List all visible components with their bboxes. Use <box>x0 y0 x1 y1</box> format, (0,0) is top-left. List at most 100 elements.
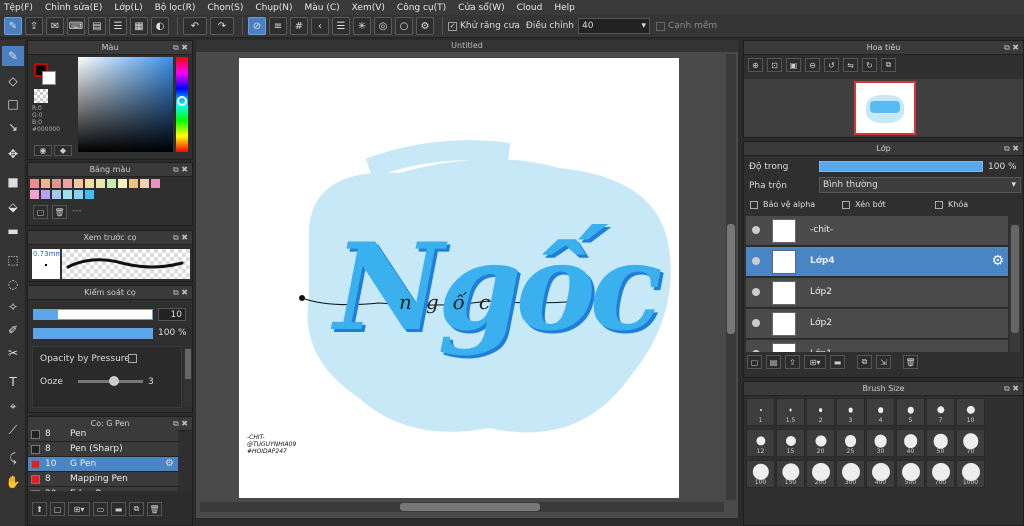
palette-swatch[interactable] <box>74 190 83 199</box>
rotate-right-icon[interactable]: ↻ <box>862 58 877 72</box>
folder-icon[interactable]: ▬ <box>830 355 845 369</box>
brush-size-cell[interactable]: 300 <box>836 460 865 488</box>
visibility-icon[interactable] <box>752 226 760 234</box>
palette-swatch[interactable] <box>52 179 61 188</box>
brush-size-cell[interactable]: 20 <box>806 429 835 457</box>
brush-size-cell[interactable]: 400 <box>866 460 895 488</box>
palette-swatch[interactable] <box>129 179 138 188</box>
color-saturation-square[interactable] <box>78 57 173 152</box>
list-icon[interactable]: ☰ <box>109 17 127 35</box>
panel-close-icon[interactable]: ⧉ ✖ <box>1004 382 1019 396</box>
panel-close-icon[interactable]: ⧉ ✖ <box>173 41 188 55</box>
brush-opacity-slider[interactable] <box>33 328 153 339</box>
visibility-icon[interactable] <box>752 288 760 296</box>
palette-swatch[interactable] <box>41 190 50 199</box>
gear-icon[interactable]: ⚙ <box>165 458 174 469</box>
menu-item[interactable]: Bộ lọc(R) <box>155 3 196 13</box>
export-icon[interactable]: ⇪ <box>25 17 43 35</box>
pressure-checkbox[interactable] <box>128 354 137 363</box>
menu-item[interactable]: Help <box>554 3 575 13</box>
layer-row[interactable]: Lớp2 <box>746 309 1008 339</box>
brush-size-cell[interactable]: 100 <box>746 460 775 488</box>
palette-swatch[interactable] <box>96 179 105 188</box>
menu-item[interactable]: Xem(V) <box>352 3 385 13</box>
menu-item[interactable]: Cloud <box>517 3 543 13</box>
palette-swatch[interactable] <box>63 179 72 188</box>
clip-checkbox[interactable] <box>842 201 850 209</box>
panel-close-icon[interactable]: ⧉ ✖ <box>173 163 188 177</box>
duplicate-layer-icon[interactable]: ⧉ <box>857 355 872 369</box>
trash-icon[interactable]: 🗑 <box>147 502 162 516</box>
new-window-icon[interactable]: ⧉ <box>881 58 896 72</box>
layer-add-icon[interactable]: ⊞▾ <box>804 355 826 369</box>
burst-snap-icon[interactable]: ✳ <box>353 17 371 35</box>
palette-swatch[interactable] <box>85 179 94 188</box>
brush-size-cell[interactable]: 700 <box>926 460 955 488</box>
brush-size-cell[interactable]: 4 <box>866 398 895 426</box>
eyedropper-tool-icon[interactable]: ⤹ <box>2 448 24 468</box>
canvas-hscrollbar[interactable] <box>200 502 724 512</box>
toggle-icon[interactable]: ◐ <box>151 17 169 35</box>
blend-select[interactable]: Bình thường ▾ <box>819 177 1021 193</box>
gear-icon[interactable]: ⚙ <box>991 253 1004 269</box>
layer-row[interactable]: Lớp2 <box>746 278 1008 308</box>
visibility-icon[interactable] <box>752 319 760 327</box>
vanish-snap-icon[interactable]: ‹ <box>311 17 329 35</box>
brush-size-cell[interactable]: 7 <box>926 398 955 426</box>
smooth-checkbox[interactable] <box>655 21 665 31</box>
brush-row[interactable]: 10 G Pen ⚙ <box>28 457 178 472</box>
brush-mode-icon[interactable]: ✎ <box>4 17 22 35</box>
brush-size-cell[interactable]: 3 <box>836 398 865 426</box>
panel-close-icon[interactable]: ⧉ ✖ <box>173 286 188 300</box>
line-tool-icon[interactable]: ↘ <box>2 117 24 137</box>
fill-rect-tool-icon[interactable]: ■ <box>2 172 24 192</box>
brush-row[interactable]: 8 Pen <box>28 427 178 442</box>
panel-close-icon[interactable]: ⧉ ✖ <box>1004 142 1019 156</box>
move-tool-icon[interactable]: ✥ <box>2 144 24 164</box>
palette-swatch[interactable] <box>74 179 83 188</box>
brush-size-cell[interactable]: 1000 <box>956 460 985 488</box>
brush-size-value[interactable]: 10 <box>158 308 186 321</box>
background-color[interactable] <box>42 71 56 85</box>
layer-opacity-slider[interactable] <box>819 161 983 172</box>
brush-size-cell[interactable]: 12 <box>746 429 775 457</box>
brush-size-cell[interactable]: 15 <box>776 429 805 457</box>
operation-tool-icon[interactable]: ⌖ <box>2 396 24 416</box>
brush-size-cell[interactable]: 30 <box>866 429 895 457</box>
protect-alpha-checkbox[interactable] <box>750 201 758 209</box>
brush-size-slider[interactable] <box>33 309 153 320</box>
brush-copy-icon[interactable]: ▭ <box>93 502 108 516</box>
brush-duplicate-icon[interactable]: ⧉ <box>129 502 144 516</box>
select-pen-tool-icon[interactable]: ✐ <box>2 320 24 340</box>
canvas-vscrollbar[interactable] <box>726 54 736 500</box>
lock-checkbox[interactable] <box>935 201 943 209</box>
brush-size-cell[interactable]: 200 <box>806 460 835 488</box>
curve-snap-icon[interactable]: ○ <box>395 17 413 35</box>
document-icon[interactable]: ▤ <box>88 17 106 35</box>
layer-row[interactable]: Lớp4 ⚙ <box>746 247 1008 277</box>
palette-swatch[interactable] <box>118 179 127 188</box>
panel-close-icon[interactable]: ⧉ ✖ <box>173 231 188 245</box>
ooze-handle[interactable] <box>109 376 119 386</box>
lasso-tool-icon[interactable]: ◌ <box>2 274 24 294</box>
rotate-left-icon[interactable]: ↺ <box>824 58 839 72</box>
layer-row[interactable]: Lớp1 <box>746 340 1008 352</box>
palette-swatch[interactable] <box>107 179 116 188</box>
brush-size-cell[interactable]: 500 <box>896 460 925 488</box>
menu-item[interactable]: Lớp(L) <box>114 3 142 13</box>
radial-snap-icon[interactable]: ☰ <box>332 17 350 35</box>
undo-icon[interactable]: ↶ <box>183 17 207 35</box>
comment-icon[interactable]: ✉ <box>46 17 64 35</box>
palette-swatch[interactable] <box>52 190 61 199</box>
antialias-checkbox[interactable]: ✓ <box>448 21 457 31</box>
divide-tool-icon[interactable]: ⟋ <box>2 420 24 440</box>
zoom-out-icon[interactable]: ⊖ <box>805 58 820 72</box>
bucket-tool-icon[interactable]: ⬙ <box>2 197 24 217</box>
menu-item[interactable]: Chụp(N) <box>255 3 292 13</box>
transparent-color[interactable] <box>34 89 48 103</box>
trash-icon[interactable]: 🗑 <box>903 355 918 369</box>
palette-swatch[interactable] <box>85 190 94 199</box>
brush-add-icon[interactable]: ⊞▾ <box>68 502 90 516</box>
brush-size-cell[interactable]: 150 <box>776 460 805 488</box>
keyboard-icon[interactable]: ⌨ <box>67 17 85 35</box>
